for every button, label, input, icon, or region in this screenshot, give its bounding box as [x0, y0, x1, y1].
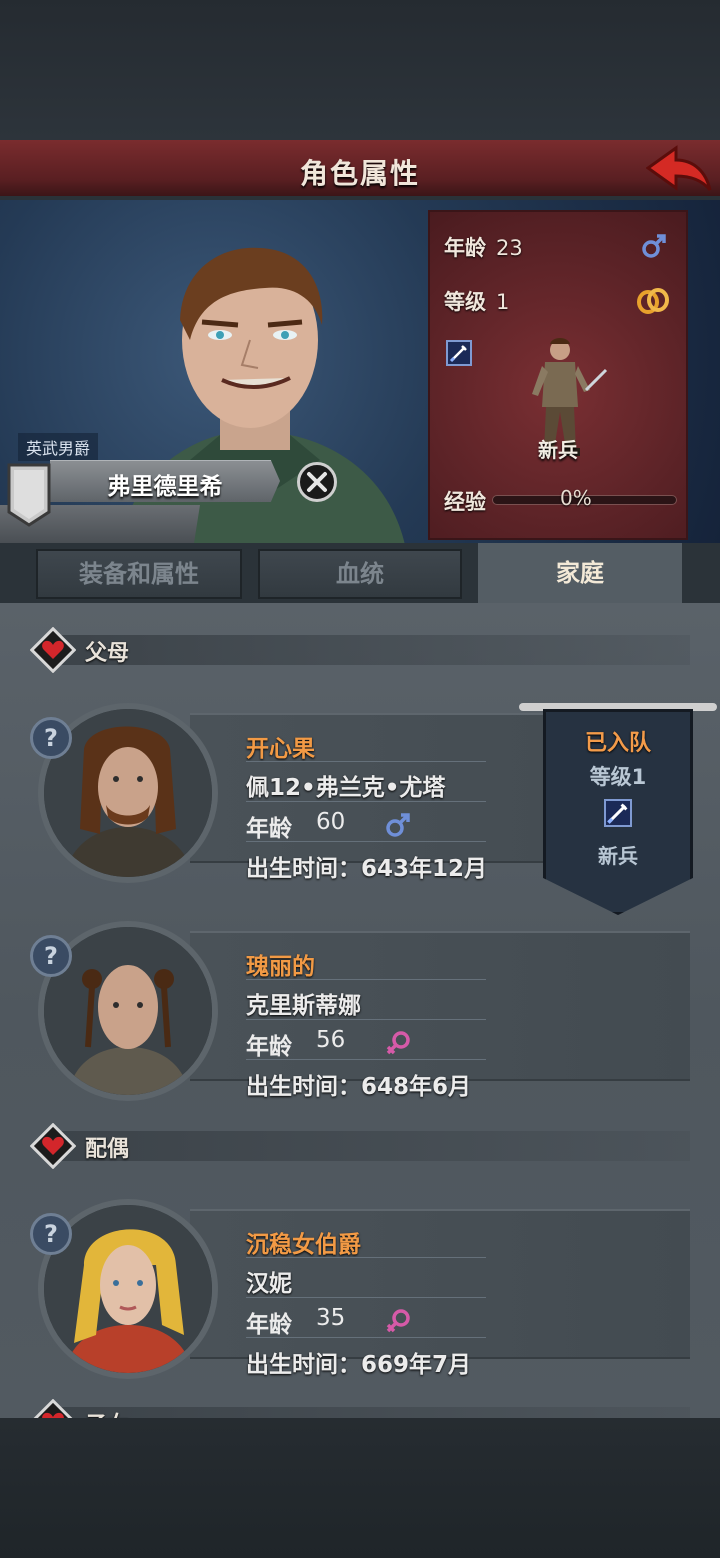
member-age-label: 年龄 [246, 816, 292, 842]
heart-icon [30, 1399, 76, 1418]
member-title: 瑰丽的 [246, 954, 315, 980]
sword-glyph [607, 803, 628, 824]
member-age: 35 [316, 1305, 346, 1331]
member-name: 克里斯蒂娜 [246, 993, 361, 1019]
divider [246, 801, 486, 802]
back-button[interactable] [645, 144, 712, 194]
male-icon [642, 234, 666, 258]
sword-glyph [449, 345, 467, 363]
family-member-card[interactable]: ? 沉稳女伯爵 汉妮 年龄 35 出生时间：669年7月 [30, 1199, 692, 1379]
family-member-card[interactable]: ? 瑰丽的 克里斯蒂娜 年龄 56 出生时间：648年6月 [30, 921, 692, 1101]
help-button[interactable]: ? [30, 717, 72, 759]
divider [246, 841, 486, 842]
party-level: 等级1 [589, 765, 647, 789]
bottom-area [0, 1418, 720, 1558]
member-age: 56 [316, 1027, 346, 1053]
party-class: 新兵 [598, 844, 638, 868]
section-children: 子女 [30, 1399, 690, 1418]
close-icon [307, 472, 327, 492]
page-title: 角色属性 [299, 157, 420, 190]
member-age-label: 年龄 [246, 1034, 292, 1060]
member-name: 汉妮 [246, 1271, 292, 1297]
top-status-area [0, 0, 720, 140]
heart-icon [30, 1123, 76, 1169]
section-title: 子女 [85, 1407, 129, 1418]
age-label: 年龄 [444, 236, 486, 260]
member-title: 开心果 [246, 736, 315, 762]
male-icon [386, 813, 410, 837]
hero-class-name: 新兵 [538, 438, 578, 462]
sword-class-icon[interactable] [446, 340, 472, 366]
family-content: 父母 ? 开心果 佩12•弗兰克•尤塔 年龄 60 出生时间：643年12月 已… [0, 603, 720, 1418]
tab-equipment-attributes[interactable]: 装备和属性 [36, 549, 242, 599]
divider [246, 979, 486, 980]
female-icon [386, 1309, 410, 1333]
female-icon [386, 1031, 410, 1055]
level-value: 1 [496, 290, 510, 314]
section-title: 配偶 [85, 1137, 130, 1162]
section-title: 父母 [85, 641, 130, 666]
title-bar: 角色属性 [0, 140, 720, 200]
help-button[interactable]: ? [30, 1213, 72, 1255]
member-birth: 出生时间：643年12月 [246, 856, 488, 882]
section-parents: 父母 [30, 627, 690, 673]
tab-family[interactable]: 家庭 [478, 543, 682, 603]
wedding-rings-icon[interactable] [636, 286, 670, 316]
divider [246, 1297, 486, 1298]
member-age-label: 年龄 [246, 1312, 292, 1338]
tab-bar: 装备和属性 血统 家庭 [0, 543, 720, 603]
party-status: 已入队 [584, 731, 651, 756]
hero-name[interactable]: 弗里德里希 [50, 467, 280, 501]
section-strip [50, 1131, 690, 1161]
party-status-banner[interactable]: 已入队 等级1 新兵 [519, 703, 717, 915]
age-value: 23 [496, 236, 523, 260]
xp-label: 经验 [444, 490, 486, 514]
age-row: 年龄 23 [444, 232, 523, 262]
tab-bloodline[interactable]: 血统 [258, 549, 462, 599]
rank-title: 英武男爵 [18, 433, 99, 461]
sword-class-icon [604, 799, 632, 827]
level-row: 等级 1 [444, 286, 509, 316]
dismiss-button[interactable] [297, 462, 337, 502]
member-birth: 出生时间：669年7月 [246, 1352, 472, 1378]
member-age: 60 [316, 809, 346, 835]
section-strip [50, 635, 690, 665]
level-label: 等级 [444, 290, 486, 314]
divider [246, 1257, 486, 1258]
hero-stats-panel: 年龄 23 等级 1 新兵 经验 0% [428, 210, 688, 540]
divider [246, 1337, 486, 1338]
heraldry-shield-icon[interactable] [6, 462, 52, 528]
member-title: 沉稳女伯爵 [246, 1232, 361, 1258]
divider [246, 1059, 486, 1060]
member-name: 佩12•弗兰克•尤塔 [246, 775, 446, 801]
member-birth: 出生时间：648年6月 [246, 1074, 472, 1100]
divider [246, 1019, 486, 1020]
section-strip [50, 1407, 690, 1418]
section-spouse: 配偶 [30, 1123, 690, 1169]
divider [246, 761, 486, 762]
xp-percent: 0% [560, 486, 592, 510]
back-arrow-icon [645, 145, 712, 191]
help-button[interactable]: ? [30, 935, 72, 977]
heart-icon [30, 627, 76, 673]
